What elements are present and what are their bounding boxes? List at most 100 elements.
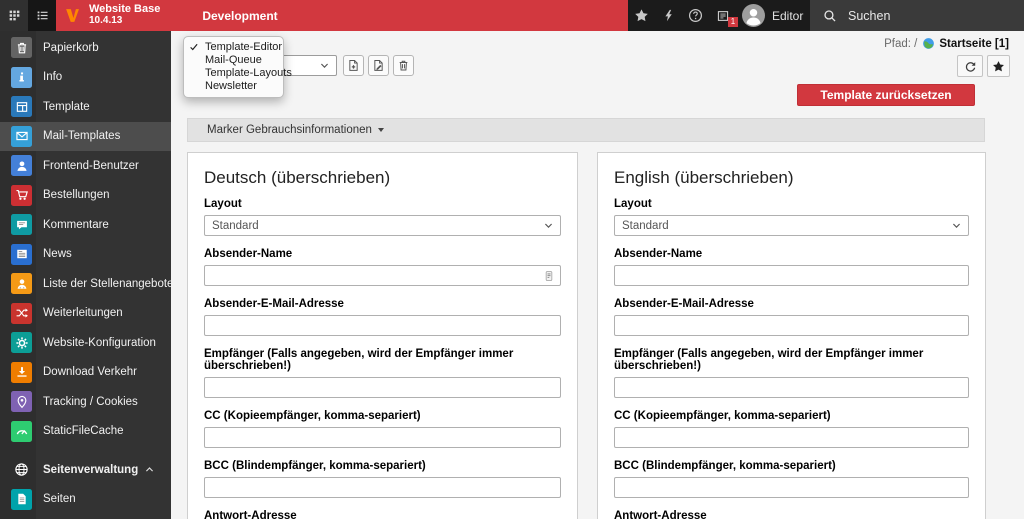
username-label: Editor [772,8,804,23]
sidebar-item-tracking-cookies[interactable]: Tracking / Cookies [0,387,171,417]
search-icon [823,9,837,23]
breadcrumb-page-link[interactable]: Startseite [1] [939,38,1009,50]
clear-cache-button[interactable] [655,9,682,22]
search-input[interactable] [846,7,986,24]
site-globe-icon [922,37,935,50]
sidebar-item-mail-templates[interactable]: Mail-Templates [0,121,171,151]
sidebar-item-papierkorb[interactable]: Papierkorb [0,33,171,63]
bookmark-button[interactable] [987,55,1010,77]
field-input-cc[interactable] [615,428,968,448]
sidebar-item-website-konfiguration[interactable]: Website-Konfiguration [0,328,171,358]
chevron-down-icon [319,60,330,71]
field-label-absender-name: Absender-Name [614,248,703,260]
field-label-bcc: BCC (Blindempfänger, komma-separiert) [204,460,426,472]
refresh-button[interactable] [957,55,983,77]
field-label-bcc: BCC (Blindempfänger, komma-separiert) [614,460,836,472]
caret-down-icon [377,128,384,132]
input-wrap [204,477,561,498]
help-button[interactable] [682,8,709,23]
field-label-antwort-adresse: Antwort-Adresse [204,510,297,519]
trash-icon [11,37,32,59]
person-icon [11,273,32,295]
field-label-absender-e-mail-adresse: Absender-E-Mail-Adresse [204,298,344,310]
sidebar-item-seiten[interactable]: Seiten [0,485,171,515]
app-window: Website Base 10.4.13 Development 1 Edito… [0,0,1024,519]
topbar-icon-group: 1 Editor [628,0,810,31]
new-record-button[interactable] [343,55,364,76]
field-input-empfänger[interactable] [205,378,560,398]
sidebar-item-liste-der-stellenangebote[interactable]: Liste der Stellenangebote [0,269,171,299]
layout-select[interactable]: Standard [614,215,969,236]
topbar: Website Base 10.4.13 Development 1 Edito… [0,0,1024,31]
sidebar-item-label: Website-Konfiguration [43,336,156,349]
field-label-absender-e-mail-adresse: Absender-E-Mail-Adresse [614,298,754,310]
field-input-empfänger[interactable] [615,378,968,398]
docheader-right-buttons [957,55,1010,77]
pagetree-toggle-icon [36,9,49,22]
field-input-absender-e-mail-adresse[interactable] [615,316,968,336]
field-label-layout: Layout [614,198,652,210]
input-wrap [204,427,561,448]
sidebar-section-seitenverwaltung[interactable]: Seitenverwaltung [0,455,171,485]
sidebar-item-news[interactable]: News [0,240,171,270]
sidebar-item-template[interactable]: Template [0,92,171,122]
field-input-bcc[interactable] [205,478,560,498]
typo3-logo-icon [64,7,81,24]
menu-item-mail-queue[interactable]: Mail-Queue [184,54,283,67]
pagetree-toggle-button[interactable] [28,0,56,31]
check-icon [189,42,199,52]
bookmarks-button[interactable] [628,8,655,23]
field-label-layout: Layout [204,198,242,210]
reset-template-button[interactable]: Template zurücksetzen [797,84,975,106]
user-menu-button[interactable]: Editor [742,4,803,27]
chevron-up-icon [144,464,155,475]
sidebar-item-label: News [43,248,72,261]
globe-outline-icon [11,462,32,477]
comment-icon [11,214,32,236]
sidebar-item-label: Papierkorb [43,41,99,54]
field-label-empfänger: Empfänger (Falls angegeben, wird der Emp… [204,348,514,372]
sidebar-item-weiterleitungen[interactable]: Weiterleitungen [0,299,171,329]
record-toolbar [343,55,414,76]
input-wrap [614,427,969,448]
field-input-cc[interactable] [205,428,560,448]
field-input-absender-name[interactable] [205,266,560,286]
star-icon [634,8,649,23]
system-information-button[interactable]: 1 [709,9,738,27]
menu-item-label: Mail-Queue [205,54,262,66]
field-input-absender-e-mail-adresse[interactable] [205,316,560,336]
sidebar-item-staticfilecache[interactable]: StaticFileCache [0,417,171,447]
layout-select[interactable]: Standard [204,215,561,236]
cart-icon [11,184,32,206]
sidebar-item-label: Frontend-Benutzer [43,159,139,172]
field-input-bcc[interactable] [615,478,968,498]
sidebar-item-info[interactable]: Info [0,63,171,93]
mail-icon [11,125,32,147]
modules-menu-button[interactable] [0,0,28,31]
sidebar-item-label: Weiterleitungen [43,307,123,320]
module-sidebar: Papierkorb Info Template Mail-Templates Fron… [0,31,171,519]
sidebar-item-label: Template [43,100,90,113]
edit-record-button[interactable] [368,55,389,76]
sidebar-item-label: Liste der Stellenangebote [43,277,171,290]
sidebar-item-download-verkehr[interactable]: Download Verkehr [0,358,171,388]
menu-item-label: Template-Editor [205,41,283,53]
menu-item-template-layouts[interactable]: Template-Layouts [184,67,292,80]
sidebar-item-label: Kommentare [43,218,109,231]
sidebar-item-label: Bestellungen [43,189,110,202]
avatar [742,4,765,27]
template-icon [11,96,32,118]
delete-record-icon [397,59,410,72]
sidebar-item-frontend-benutzer[interactable]: Frontend-Benutzer [0,151,171,181]
environment-label: Development [202,8,278,23]
delete-record-button[interactable] [393,55,414,76]
layout-select-value: Standard [212,219,259,232]
sidebar-item-kommentare[interactable]: Kommentare [0,210,171,240]
menu-item-newsletter[interactable]: Newsletter [184,80,283,93]
layout-select-value: Standard [622,219,669,232]
field-input-absender-name[interactable] [615,266,968,286]
menu-item-template-editor[interactable]: Template-Editor [184,41,283,54]
sidebar-item-bestellungen[interactable]: Bestellungen [0,181,171,211]
marker-info-toggle[interactable]: Marker Gebrauchsinformationen [187,118,985,142]
sidebar-item-label: Info [43,71,63,84]
